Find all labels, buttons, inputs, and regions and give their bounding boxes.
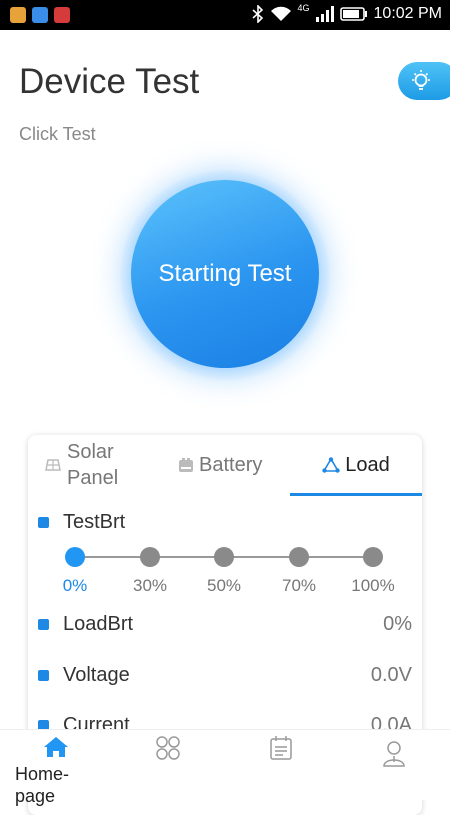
battery-status-icon [339, 7, 367, 21]
slider-label: 0% [62, 576, 88, 595]
tab-load[interactable]: Load [290, 435, 422, 495]
signal-icon [315, 6, 334, 22]
wifi-icon [270, 6, 291, 21]
test-brt-row: TestBrt [38, 511, 412, 534]
start-test-button[interactable]: Starting Test [131, 180, 319, 368]
app-notification-icon [54, 7, 70, 23]
nav-home[interactable]: Home-page [0, 730, 112, 806]
load-icon [322, 457, 340, 473]
tab-solar-panel[interactable]: Solar Panel [44, 435, 168, 495]
slider-label: 30% [132, 576, 168, 595]
bottom-navigation: Home-page [0, 729, 450, 806]
slider-label: 70% [281, 576, 317, 595]
row-value: 0% [383, 613, 412, 635]
active-tab-indicator [290, 493, 422, 496]
tab-bar: Solar Panel Battery Load [28, 435, 422, 496]
tab-label: Load [345, 453, 390, 476]
lightbulb-icon [412, 70, 430, 90]
user-icon [383, 741, 405, 767]
app-notification-icon [10, 7, 26, 23]
clock: 10:02 PM [373, 5, 442, 22]
bullet-marker [38, 619, 49, 630]
page-subtitle: Click Test [19, 124, 96, 144]
battery-icon [178, 457, 194, 473]
solar-panel-icon [44, 458, 62, 472]
tab-battery[interactable]: Battery [178, 435, 298, 495]
tab-label: Battery [199, 453, 263, 476]
home-icon [44, 737, 68, 757]
row-label: Voltage [63, 664, 130, 686]
load-brt-row: LoadBrt 0% [38, 613, 412, 636]
nav-label: Home-page [15, 764, 70, 806]
voltage-row: Voltage 0.0V [38, 664, 412, 687]
test-brt-label: TestBrt [63, 511, 126, 533]
network-type: 4G [297, 3, 310, 13]
slider-stop-0[interactable] [65, 547, 85, 567]
row-label: LoadBrt [63, 613, 134, 635]
slider-stop-30[interactable] [140, 547, 160, 567]
slider-label: 100% [351, 576, 395, 595]
nav-records[interactable] [225, 730, 337, 801]
light-toggle-button[interactable] [398, 62, 450, 100]
app-notification-icon [32, 7, 48, 23]
grid-icon [156, 736, 180, 760]
slider-label: 50% [206, 576, 242, 595]
nav-profile[interactable] [338, 730, 450, 801]
calendar-list-icon [270, 736, 292, 760]
slider-stop-50[interactable] [214, 547, 234, 567]
row-value: 0.0V [370, 664, 412, 686]
slider-stop-100[interactable] [363, 547, 383, 567]
slider-stop-70[interactable] [289, 547, 309, 567]
bullet-marker [38, 517, 49, 528]
bluetooth-icon [251, 5, 263, 23]
bullet-marker [38, 670, 49, 681]
page-title: Device Test [19, 62, 200, 101]
tab-label: Solar Panel [67, 441, 119, 489]
nav-devices[interactable] [112, 730, 224, 801]
status-bar: 4G 10:02 PM [0, 0, 450, 30]
